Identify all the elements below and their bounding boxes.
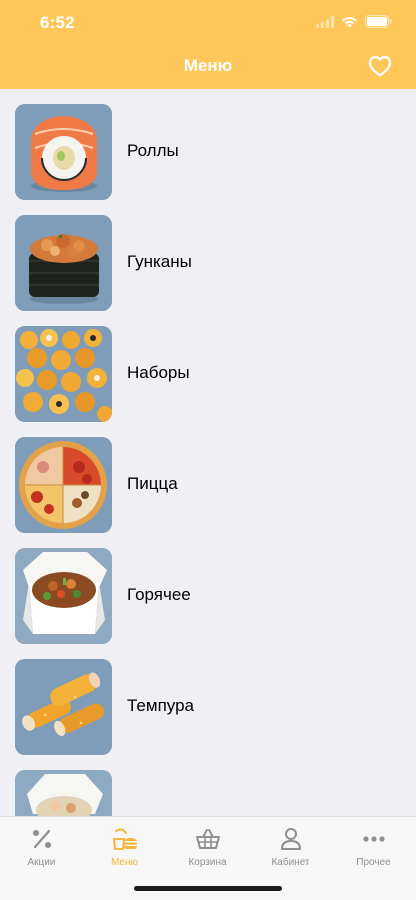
menu-item-next[interactable] — [0, 755, 416, 816]
tab-more[interactable]: Прочее — [332, 825, 415, 875]
tab-label: Меню — [110, 857, 139, 868]
tab-label: Корзина — [188, 857, 227, 868]
percent-icon — [32, 829, 51, 849]
home-indicator[interactable] — [134, 886, 282, 891]
tab-account[interactable]: Кабинет — [249, 825, 332, 875]
rolls-photo — [15, 104, 112, 200]
pizza-photo — [15, 437, 112, 533]
sets-photo — [15, 326, 112, 422]
tempura-photo — [15, 659, 112, 755]
header: 6:52 Меню — [0, 0, 416, 89]
tab-menu[interactable]: Меню — [83, 825, 166, 875]
status-bar: 6:52 — [0, 0, 416, 44]
menu-item-tempura[interactable]: Темпура — [0, 644, 416, 755]
menu-item-label: Пицца — [127, 474, 178, 493]
status-icons — [316, 15, 392, 28]
more-dots-icon — [362, 836, 385, 842]
next-category-photo — [15, 770, 112, 816]
menu-item-rolls[interactable]: Роллы — [0, 89, 416, 200]
tab-label: Акции — [27, 857, 56, 868]
menu-item-label: Горячее — [127, 585, 191, 604]
gunkan-photo — [15, 215, 112, 311]
favorites-button[interactable] — [368, 55, 392, 77]
menu-item-label: Наборы — [127, 363, 190, 382]
tab-cart[interactable]: Корзина — [166, 825, 249, 875]
menu-item-gunkan[interactable]: Гунканы — [0, 200, 416, 311]
tab-promotions[interactable]: Акции — [0, 825, 83, 875]
food-menu-icon — [112, 828, 137, 850]
tab-label: Кабинет — [271, 857, 310, 868]
user-icon — [280, 828, 301, 850]
menu-item-pizza[interactable]: Пицца — [0, 422, 416, 533]
battery-icon — [365, 15, 392, 28]
wifi-icon — [342, 16, 357, 27]
page-title: Меню — [183, 56, 233, 75]
tab-label: Прочее — [356, 857, 391, 868]
heart-outline-icon — [368, 55, 392, 77]
hot-dishes-photo — [15, 548, 112, 644]
menu-list: Роллы Гунканы Наборы Пицца Горячее Темпу… — [0, 89, 416, 816]
menu-item-hot[interactable]: Горячее — [0, 533, 416, 644]
menu-item-label: Темпура — [127, 696, 194, 715]
menu-item-label: Роллы — [127, 141, 179, 160]
signal-icon — [316, 15, 334, 28]
basket-icon — [195, 829, 220, 849]
menu-item-label: Гунканы — [127, 252, 192, 271]
status-time: 6:52 — [40, 13, 75, 32]
menu-item-sets[interactable]: Наборы — [0, 311, 416, 422]
